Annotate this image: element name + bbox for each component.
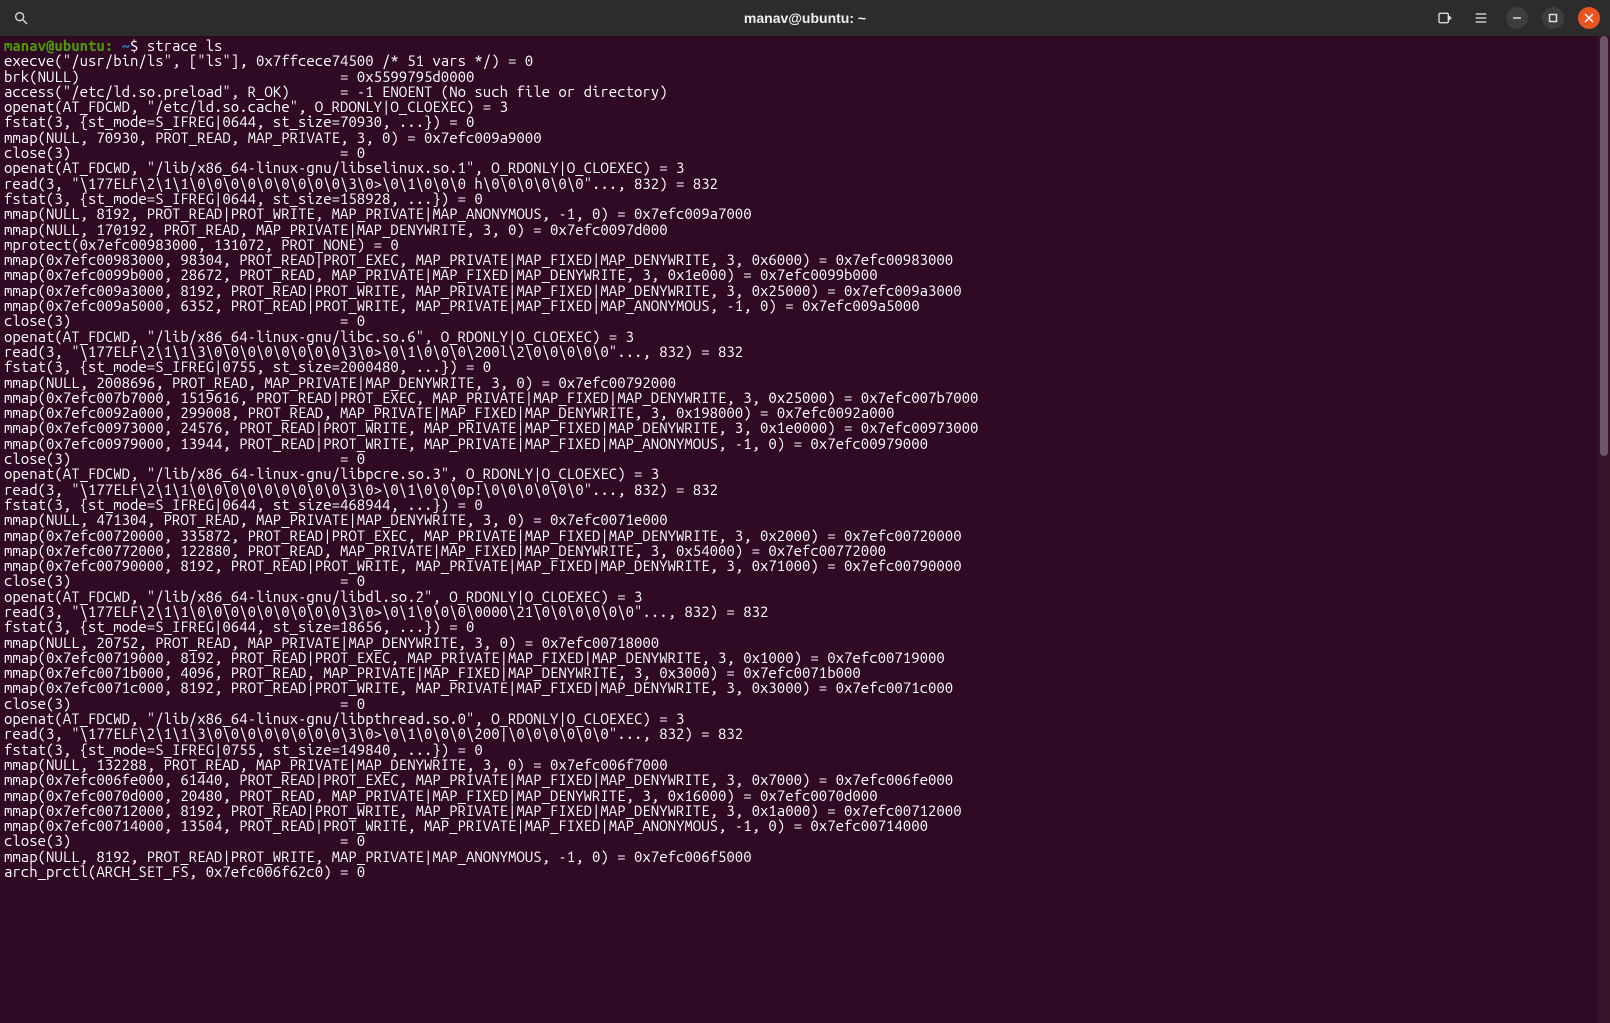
output-line: mmap(0x7efc00979000, 13944, PROT_READ|PR… bbox=[4, 436, 1606, 451]
output-line: fstat(3, {st_mode=S_IFREG|0755, st_size=… bbox=[4, 742, 1606, 757]
output-line: close(3) = 0 bbox=[4, 696, 1606, 711]
output-line: close(3) = 0 bbox=[4, 451, 1606, 466]
scrollbar[interactable] bbox=[1598, 36, 1610, 1023]
output-line: mmap(0x7efc007b7000, 1519616, PROT_READ|… bbox=[4, 390, 1606, 405]
output-line: mmap(0x7efc0071c000, 8192, PROT_READ|PRO… bbox=[4, 680, 1606, 695]
output-line: close(3) = 0 bbox=[4, 313, 1606, 328]
output-line: mmap(NULL, 70930, PROT_READ, MAP_PRIVATE… bbox=[4, 130, 1606, 145]
output-line: mmap(NULL, 471304, PROT_READ, MAP_PRIVAT… bbox=[4, 512, 1606, 527]
output-line: execve("/usr/bin/ls", ["ls"], 0x7ffcece7… bbox=[4, 53, 1606, 68]
output-line: fstat(3, {st_mode=S_IFREG|0755, st_size=… bbox=[4, 359, 1606, 374]
output-line: openat(AT_FDCWD, "/lib/x86_64-linux-gnu/… bbox=[4, 329, 1606, 344]
titlebar: manav@ubuntu: ~ bbox=[0, 0, 1610, 36]
output-line: openat(AT_FDCWD, "/lib/x86_64-linux-gnu/… bbox=[4, 589, 1606, 604]
terminal-output[interactable]: manav@ubuntu: ~$ strace lsexecve("/usr/b… bbox=[0, 36, 1610, 1023]
window-title: manav@ubuntu: ~ bbox=[744, 10, 866, 26]
output-line: close(3) = 0 bbox=[4, 573, 1606, 588]
output-line: read(3, "\177ELF\2\1\1\0\0\0\0\0\0\0\0\0… bbox=[4, 176, 1606, 191]
output-line: openat(AT_FDCWD, "/lib/x86_64-linux-gnu/… bbox=[4, 711, 1606, 726]
output-line: mmap(0x7efc0099b000, 28672, PROT_READ, M… bbox=[4, 267, 1606, 282]
output-line: close(3) = 0 bbox=[4, 833, 1606, 848]
output-line: mmap(0x7efc00714000, 13504, PROT_READ|PR… bbox=[4, 818, 1606, 833]
maximize-button[interactable] bbox=[1542, 7, 1564, 29]
output-line: fstat(3, {st_mode=S_IFREG|0644, st_size=… bbox=[4, 191, 1606, 206]
output-line: read(3, "\177ELF\2\1\1\0\0\0\0\0\0\0\0\0… bbox=[4, 482, 1606, 497]
output-line: mmap(0x7efc006fe000, 61440, PROT_READ|PR… bbox=[4, 772, 1606, 787]
search-icon[interactable] bbox=[10, 7, 32, 29]
output-line: arch_prctl(ARCH_SET_FS, 0x7efc006f62c0) … bbox=[4, 864, 1606, 879]
output-line: mmap(0x7efc00712000, 8192, PROT_READ|PRO… bbox=[4, 803, 1606, 818]
output-line: mmap(0x7efc009a5000, 6352, PROT_READ|PRO… bbox=[4, 298, 1606, 313]
output-line: mmap(0x7efc0070d000, 20480, PROT_READ, M… bbox=[4, 788, 1606, 803]
output-line: openat(AT_FDCWD, "/lib/x86_64-linux-gnu/… bbox=[4, 466, 1606, 481]
output-line: mmap(0x7efc009a3000, 8192, PROT_READ|PRO… bbox=[4, 283, 1606, 298]
output-line: mmap(NULL, 20752, PROT_READ, MAP_PRIVATE… bbox=[4, 635, 1606, 650]
output-line: mmap(NULL, 8192, PROT_READ|PROT_WRITE, M… bbox=[4, 849, 1606, 864]
output-line: fstat(3, {st_mode=S_IFREG|0644, st_size=… bbox=[4, 619, 1606, 634]
output-line: mmap(NULL, 132288, PROT_READ, MAP_PRIVAT… bbox=[4, 757, 1606, 772]
scrollbar-thumb[interactable] bbox=[1600, 36, 1608, 456]
output-line: openat(AT_FDCWD, "/etc/ld.so.cache", O_R… bbox=[4, 99, 1606, 114]
output-line: read(3, "\177ELF\2\1\1\3\0\0\0\0\0\0\0\0… bbox=[4, 344, 1606, 359]
output-line: mmap(0x7efc0071b000, 4096, PROT_READ, MA… bbox=[4, 665, 1606, 680]
output-line: mmap(0x7efc00973000, 24576, PROT_READ|PR… bbox=[4, 420, 1606, 435]
output-line: mmap(0x7efc00983000, 98304, PROT_READ|PR… bbox=[4, 252, 1606, 267]
hamburger-menu-icon[interactable] bbox=[1470, 7, 1492, 29]
output-line: access("/etc/ld.so.preload", R_OK) = -1 … bbox=[4, 84, 1606, 99]
output-line: openat(AT_FDCWD, "/lib/x86_64-linux-gnu/… bbox=[4, 160, 1606, 175]
output-line: mmap(NULL, 170192, PROT_READ, MAP_PRIVAT… bbox=[4, 222, 1606, 237]
output-line: mmap(NULL, 2008696, PROT_READ, MAP_PRIVA… bbox=[4, 375, 1606, 390]
output-line: close(3) = 0 bbox=[4, 145, 1606, 160]
minimize-button[interactable] bbox=[1506, 7, 1528, 29]
output-line: fstat(3, {st_mode=S_IFREG|0644, st_size=… bbox=[4, 114, 1606, 129]
close-button[interactable] bbox=[1578, 7, 1600, 29]
output-line: mmap(0x7efc00772000, 122880, PROT_READ, … bbox=[4, 543, 1606, 558]
output-line: read(3, "\177ELF\2\1\1\3\0\0\0\0\0\0\0\0… bbox=[4, 726, 1606, 741]
output-line: fstat(3, {st_mode=S_IFREG|0644, st_size=… bbox=[4, 497, 1606, 512]
output-line: mmap(0x7efc00720000, 335872, PROT_READ|P… bbox=[4, 528, 1606, 543]
output-line: read(3, "\177ELF\2\1\1\0\0\0\0\0\0\0\0\0… bbox=[4, 604, 1606, 619]
output-line: mprotect(0x7efc00983000, 131072, PROT_NO… bbox=[4, 237, 1606, 252]
output-line: brk(NULL) = 0x5599795d0000 bbox=[4, 69, 1606, 84]
output-line: mmap(0x7efc00719000, 8192, PROT_READ|PRO… bbox=[4, 650, 1606, 665]
new-tab-icon[interactable] bbox=[1434, 7, 1456, 29]
output-line: mmap(0x7efc0092a000, 299008, PROT_READ, … bbox=[4, 405, 1606, 420]
output-line: mmap(NULL, 8192, PROT_READ|PROT_WRITE, M… bbox=[4, 206, 1606, 221]
output-line: mmap(0x7efc00790000, 8192, PROT_READ|PRO… bbox=[4, 558, 1606, 573]
